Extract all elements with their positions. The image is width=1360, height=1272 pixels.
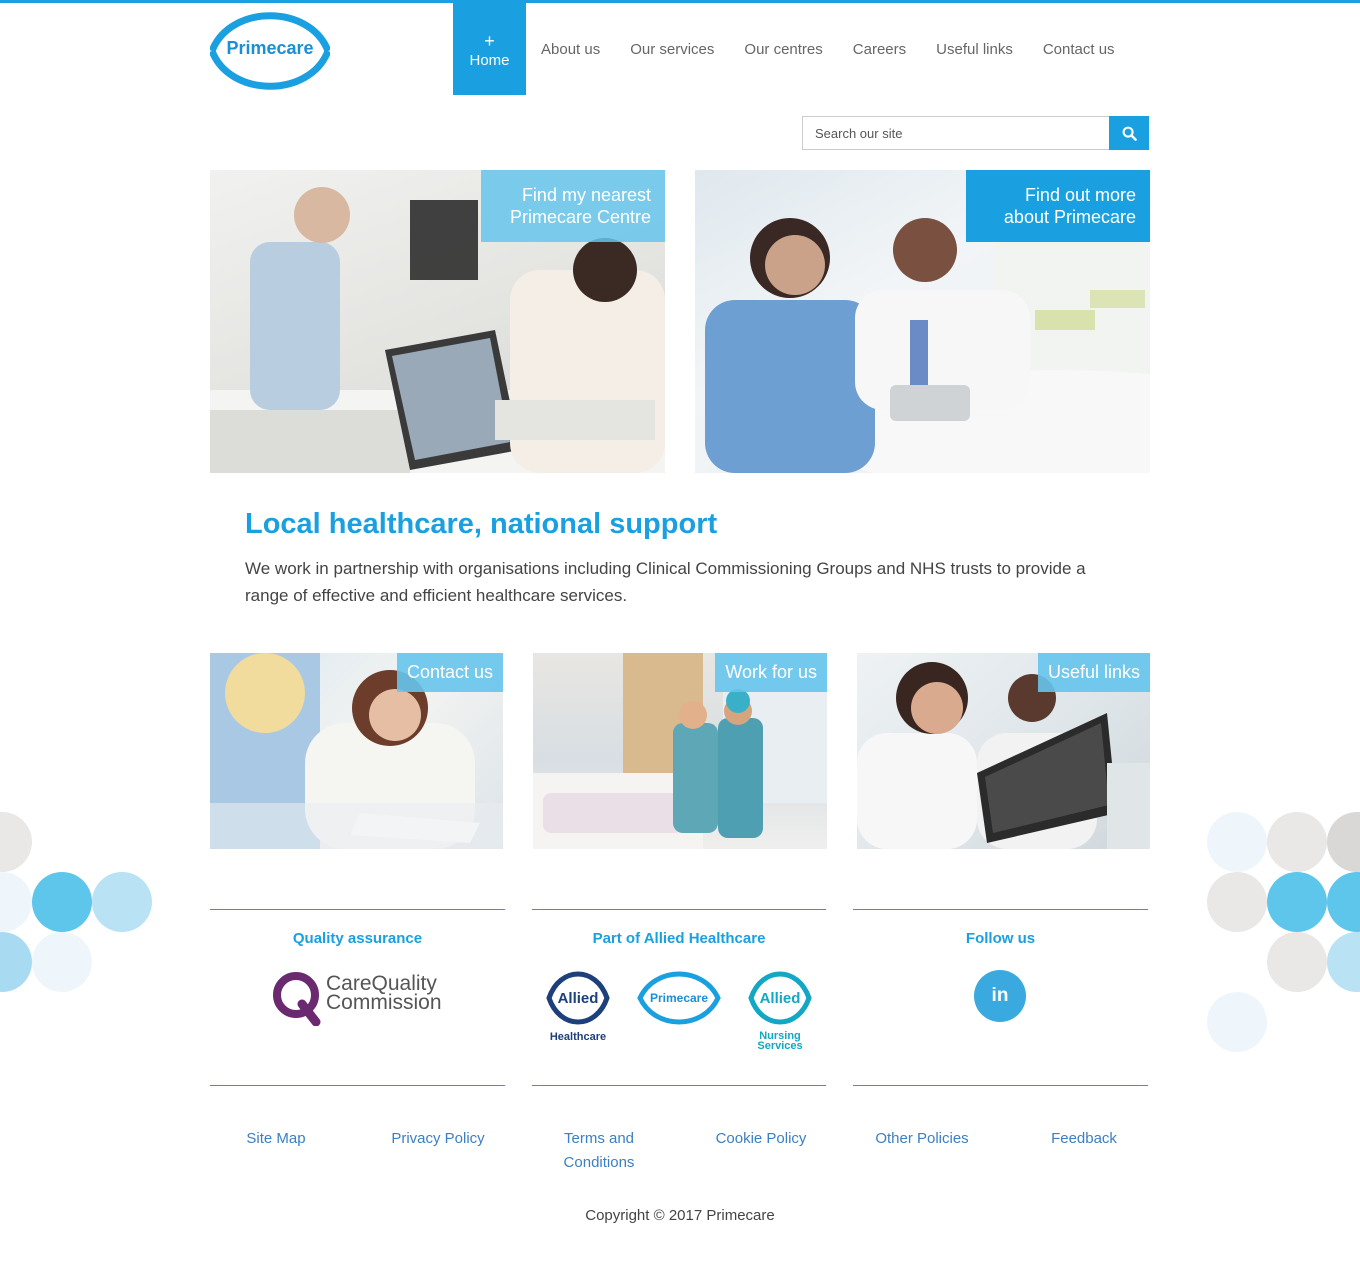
decor-circle [1207, 812, 1267, 872]
plus-icon: + [484, 30, 495, 51]
allied-nursing-sub: Nursing Services [757, 1030, 803, 1052]
intro-text: We work in partnership with organisation… [245, 559, 1086, 605]
tile-work-for-us[interactable]: Work for us [533, 653, 827, 849]
cqc-logo-text: CareQuality Commission [326, 972, 442, 1014]
tile-contact-us-label: Contact us [396, 653, 503, 692]
logo-text: Primecare [226, 38, 314, 58]
allied-nursing-name: Allied [760, 990, 801, 1007]
footer-link-other-policies[interactable]: Other Policies [866, 1127, 978, 1151]
intro-title: Local healthcare, national support [245, 508, 718, 540]
footer-link-privacy-policy[interactable]: Privacy Policy [382, 1127, 494, 1151]
search-button[interactable] [1109, 116, 1149, 150]
nav-useful-links[interactable]: Useful links [921, 3, 1028, 95]
decor-circle [0, 812, 32, 872]
nav-home-label: Home [469, 51, 510, 69]
footer-link-feedback[interactable]: Feedback [1040, 1127, 1128, 1151]
nav-our-centres[interactable]: Our centres [729, 3, 837, 95]
decor-circle [1207, 992, 1267, 1052]
cqc-q-icon [273, 972, 321, 1027]
decor-circle [32, 872, 92, 932]
cqc-logo[interactable]: CareQuality Commission [272, 970, 442, 1027]
allied-healthcare-logo[interactable]: Allied Healthcare [546, 970, 610, 1043]
tile-useful-links[interactable]: Useful links [857, 653, 1150, 849]
decor-circle [1267, 932, 1327, 992]
nav-about-us[interactable]: About us [526, 3, 615, 95]
primecare-footer-name: Primecare [650, 991, 708, 1005]
footer-allied-title: Part of Allied Healthcare [592, 930, 766, 947]
allied-nursing-emblem: Allied [748, 971, 812, 1025]
allied-healthcare-name: Allied [558, 990, 599, 1007]
allied-healthcare-emblem: Allied [546, 971, 610, 1025]
primecare-logo[interactable]: Primecare [210, 10, 330, 92]
hero-find-centre[interactable]: Find my nearest Primecare Centre [210, 170, 665, 473]
footer-quality-assurance: Quality assurance CareQuality Commission [210, 909, 505, 1086]
linkedin-icon[interactable]: in [974, 970, 1026, 1022]
hero-find-centre-label: Find my nearest Primecare Centre [481, 170, 665, 242]
tile-contact-us[interactable]: Contact us [210, 653, 503, 849]
footer-follow-title: Follow us [965, 930, 1036, 947]
footer-follow-us: Follow us in [853, 909, 1148, 1086]
copyright: Copyright © 2017 Primecare [585, 1207, 775, 1224]
hero-find-out-more-label: Find out more about Primecare [966, 170, 1150, 242]
footer-quality-title: Quality assurance [292, 930, 423, 947]
footer-link-terms[interactable]: Terms and Conditions [548, 1127, 650, 1175]
allied-nursing-logo[interactable]: Allied Nursing Services [748, 970, 812, 1052]
decor-circle [92, 872, 152, 932]
tile-work-for-us-label: Work for us [715, 653, 827, 692]
footer-link-site-map[interactable]: Site Map [236, 1127, 316, 1151]
decor-circle [1207, 872, 1267, 932]
decor-circle [32, 932, 92, 992]
decor-circle [1327, 872, 1360, 932]
primecare-footer-logo[interactable]: Primecare [637, 970, 721, 1031]
decor-circle [1327, 932, 1360, 992]
nav-home[interactable]: + Home [453, 3, 526, 95]
nav-contact-us[interactable]: Contact us [1028, 3, 1130, 95]
decor-circle [0, 872, 32, 932]
decor-circle [1267, 812, 1327, 872]
allied-healthcare-sub: Healthcare [549, 1031, 607, 1043]
footer-allied: Part of Allied Healthcare Allied Healthc… [532, 909, 826, 1086]
tile-useful-links-label: Useful links [1037, 653, 1150, 692]
hero-find-out-more[interactable]: Find out more about Primecare [695, 170, 1150, 473]
decor-circle [1267, 872, 1327, 932]
search-input[interactable] [802, 116, 1110, 150]
nav-careers[interactable]: Careers [838, 3, 921, 95]
search-form [802, 116, 1149, 150]
search-icon [1122, 126, 1137, 141]
nav-our-services[interactable]: Our services [615, 3, 729, 95]
main-nav: + Home About us Our services Our centres… [453, 3, 1130, 95]
decor-circle [1327, 812, 1360, 872]
decor-circle [0, 932, 32, 992]
footer-link-cookie-policy[interactable]: Cookie Policy [706, 1127, 816, 1151]
primecare-emblem: Primecare [637, 971, 721, 1025]
